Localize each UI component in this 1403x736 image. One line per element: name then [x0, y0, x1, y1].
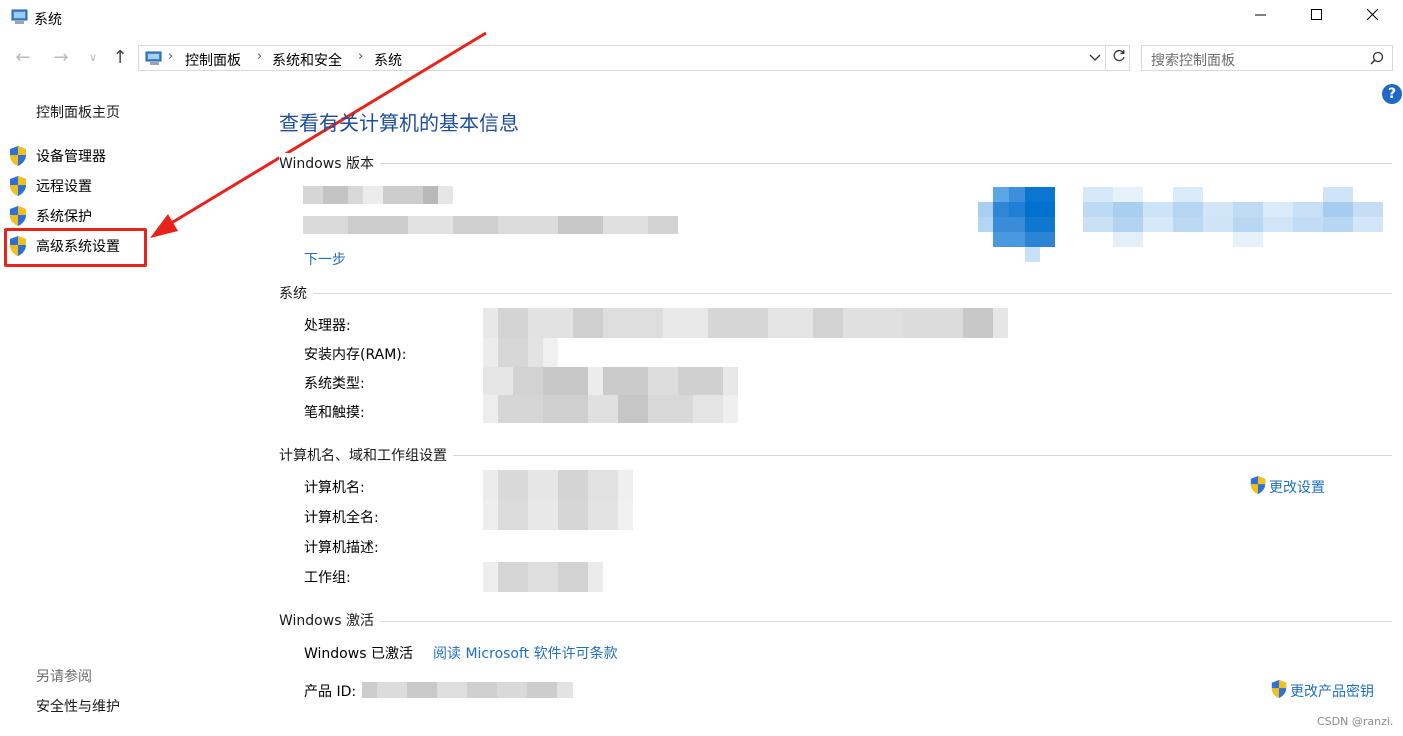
- change-product-key-link[interactable]: 更改产品密钥: [1270, 679, 1374, 703]
- windows-edition-heading: Windows 版本: [279, 153, 380, 173]
- sidebar-item-label: 系统保护: [36, 209, 92, 225]
- control-panel-icon: [145, 50, 165, 70]
- arrow-right-icon: →: [53, 46, 69, 68]
- change-settings-link[interactable]: 更改设置: [1249, 475, 1325, 499]
- back-button[interactable]: ←: [10, 44, 36, 70]
- computer-description-label: 计算机描述:: [304, 540, 379, 556]
- address-dropdown-button[interactable]: [1083, 46, 1107, 70]
- breadcrumb-system-security[interactable]: 系统和安全: [272, 50, 342, 70]
- help-icon[interactable]: ?: [1382, 84, 1402, 104]
- license-terms-link[interactable]: 阅读 Microsoft 软件许可条款: [433, 643, 618, 663]
- system-heading: 系统: [279, 283, 313, 303]
- sidebar-item-device-manager[interactable]: 设备管理器: [8, 143, 188, 167]
- processor-label: 处理器:: [304, 318, 351, 334]
- product-id-label: 产品 ID:: [304, 684, 357, 700]
- redacted-ram: [483, 338, 558, 368]
- breadcrumb-system[interactable]: 系统: [374, 50, 402, 70]
- recent-locations-button[interactable]: ∨: [84, 44, 102, 70]
- redacted-product-id: [362, 682, 573, 698]
- chevron-down-icon: ∨: [88, 50, 98, 64]
- annotation-highlight-box: [4, 228, 147, 267]
- search-input[interactable]: 搜索控制面板: [1151, 50, 1235, 70]
- section-divider: [279, 163, 1392, 164]
- activation-heading: Windows 激活: [279, 610, 380, 630]
- workgroup-label: 工作组:: [304, 570, 351, 586]
- redacted-computer-name: [483, 470, 633, 530]
- minimize-icon: [1255, 9, 1267, 25]
- page-title: 查看有关计算机的基本信息: [279, 111, 519, 135]
- section-divider: [279, 293, 1392, 294]
- ram-label: 安装内存(RAM):: [304, 347, 407, 363]
- arrow-up-icon: ↑: [112, 46, 128, 68]
- refresh-icon: [1112, 49, 1126, 67]
- window-title: 系统: [34, 12, 62, 28]
- search-icon[interactable]: [1370, 51, 1384, 69]
- computer-icon: [11, 9, 29, 25]
- maximize-icon: [1311, 9, 1323, 25]
- maximize-button[interactable]: [1294, 0, 1340, 34]
- windows-logo: [978, 172, 1383, 264]
- address-bar[interactable]: › 控制面板 › 系统和安全 › 系统: [138, 45, 1130, 71]
- shield-icon: [8, 145, 28, 171]
- refresh-button[interactable]: [1105, 46, 1131, 70]
- breadcrumb-separator[interactable]: ›: [257, 49, 262, 64]
- sidebar-item-label: 远程设置: [36, 179, 92, 195]
- redacted-processor: [483, 308, 1008, 338]
- activation-status: Windows 已激活: [304, 646, 413, 662]
- computer-name-label: 计算机名:: [304, 480, 365, 496]
- breadcrumb-separator[interactable]: ›: [358, 49, 363, 64]
- computer-name-heading: 计算机名、域和工作组设置: [279, 445, 453, 465]
- security-maintenance-link[interactable]: 安全性与维护: [36, 696, 120, 716]
- full-computer-name-label: 计算机全名:: [304, 510, 379, 526]
- next-step-link[interactable]: 下一步: [304, 249, 346, 269]
- redacted-edition-name: [303, 186, 453, 204]
- control-panel-home-link[interactable]: 控制面板主页: [36, 102, 120, 122]
- chevron-down-icon: [1089, 50, 1101, 66]
- shield-icon: [1270, 679, 1288, 703]
- shield-icon: [1249, 475, 1267, 499]
- redacted-system-type: [483, 367, 738, 423]
- breadcrumb-separator: ›: [168, 49, 174, 64]
- section-divider: [279, 621, 1392, 622]
- title-bar: 系统: [0, 0, 1403, 36]
- watermark: CSDN @ranzi.: [1317, 715, 1394, 728]
- up-button[interactable]: ↑: [108, 44, 132, 70]
- change-settings-label: 更改设置: [1269, 480, 1325, 496]
- close-button[interactable]: [1350, 0, 1396, 34]
- close-icon: [1366, 8, 1379, 25]
- minimize-button[interactable]: [1238, 0, 1284, 34]
- search-box[interactable]: 搜索控制面板: [1141, 45, 1393, 71]
- sidebar-item-label: 设备管理器: [36, 149, 106, 165]
- redacted-workgroup: [483, 562, 603, 592]
- sidebar-item-remote-settings[interactable]: 远程设置: [8, 173, 188, 197]
- change-product-key-label: 更改产品密钥: [1290, 684, 1374, 700]
- sidebar-item-system-protection[interactable]: 系统保护: [8, 203, 188, 227]
- pen-touch-label: 笔和触摸:: [304, 405, 365, 421]
- shield-icon: [8, 175, 28, 201]
- see-also-heading: 另请参阅: [36, 669, 92, 685]
- redacted-copyright: [303, 216, 678, 234]
- system-type-label: 系统类型:: [304, 376, 365, 392]
- arrow-left-icon: ←: [15, 46, 31, 68]
- breadcrumb-control-panel[interactable]: 控制面板: [185, 50, 241, 70]
- forward-button[interactable]: →: [48, 44, 74, 70]
